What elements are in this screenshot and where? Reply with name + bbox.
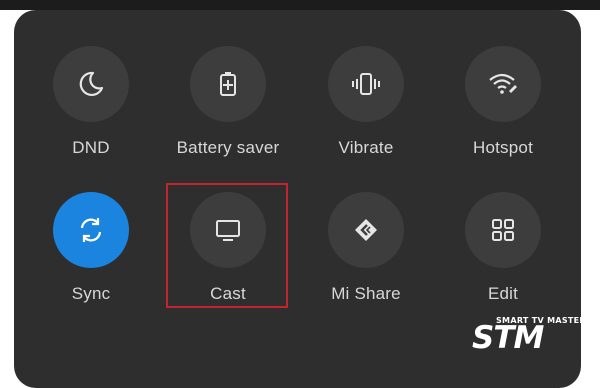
tile-label-vibrate: Vibrate <box>338 138 394 157</box>
moon-icon <box>76 69 106 99</box>
tile-label-battery-saver: Battery saver <box>176 138 280 157</box>
tile-battery-saver[interactable]: Battery saver <box>160 46 296 158</box>
tile-vibrate[interactable]: Vibrate <box>298 46 434 158</box>
hotspot-toggle[interactable] <box>465 46 541 122</box>
mi-share-icon <box>351 215 381 245</box>
tile-mi-share[interactable]: Mi Share <box>298 192 434 304</box>
watermark-logo: STM <box>472 320 544 356</box>
wifi-hotspot-icon <box>487 69 519 99</box>
tile-label-mi-share: Mi Share <box>331 284 401 303</box>
sync-toggle[interactable] <box>53 192 129 268</box>
tile-label-dnd: DND <box>72 138 110 157</box>
battery-saver-toggle[interactable] <box>190 46 266 122</box>
tile-sync[interactable]: Sync <box>23 192 159 304</box>
vibrate-toggle[interactable] <box>328 46 404 122</box>
mi-share-toggle[interactable] <box>328 192 404 268</box>
stm-watermark: SMART TV MASTER STM <box>470 314 586 356</box>
battery-plus-icon <box>213 69 243 99</box>
edit-toggle[interactable] <box>465 192 541 268</box>
vibrate-icon <box>351 69 381 99</box>
top-edge <box>0 0 600 10</box>
sync-icon <box>76 215 106 245</box>
tile-label-edit: Edit <box>487 284 519 303</box>
grid-icon <box>488 215 518 245</box>
tile-hotspot[interactable]: Hotspot <box>435 46 571 158</box>
dnd-toggle[interactable] <box>53 46 129 122</box>
tile-label-hotspot: Hotspot <box>473 138 533 157</box>
tile-dnd[interactable]: DND <box>23 46 159 158</box>
tile-label-sync: Sync <box>71 284 111 303</box>
cast-highlight-box <box>166 183 288 308</box>
tile-edit[interactable]: Edit <box>435 192 571 304</box>
